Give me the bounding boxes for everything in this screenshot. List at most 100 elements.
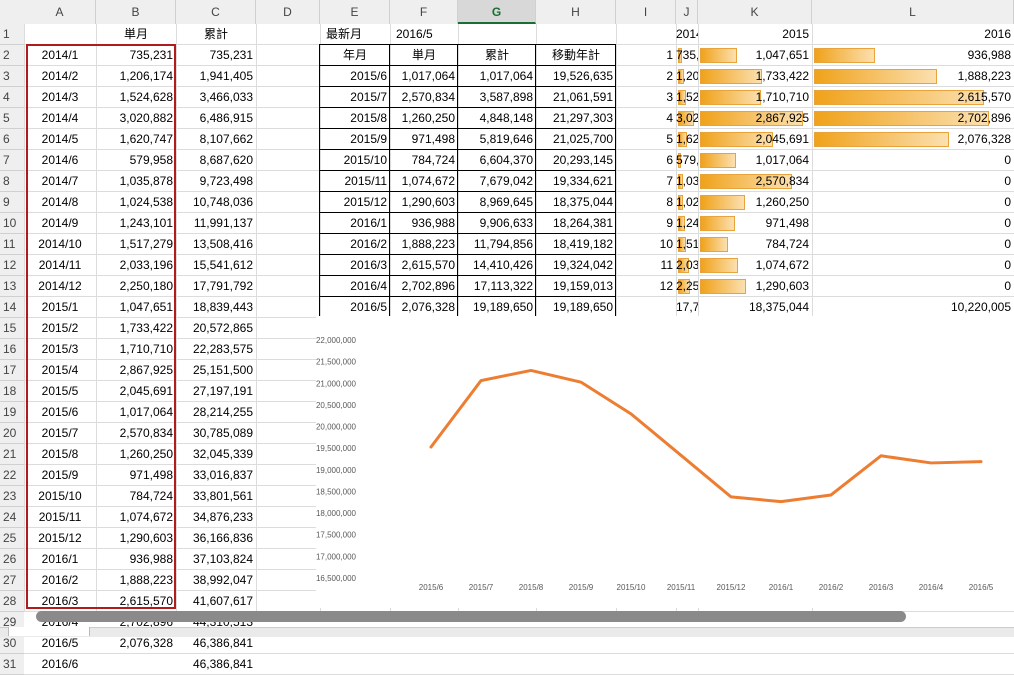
year-value-cell[interactable]: 1,206,174: [676, 66, 698, 87]
year-value-cell[interactable]: 1,524,628: [676, 87, 698, 108]
mid-table-cell[interactable]: 18,375,044: [536, 192, 616, 213]
cell-cumulative-value[interactable]: 9,723,498: [176, 171, 256, 192]
year-value-cell[interactable]: 2,615,570: [812, 87, 1014, 108]
mid-table-cell[interactable]: 21,297,303: [536, 108, 616, 129]
column-header-a[interactable]: A: [24, 0, 96, 24]
month-number[interactable]: 2: [616, 66, 676, 87]
row-header[interactable]: 27: [0, 570, 24, 591]
year-value-cell[interactable]: 1,517,279: [676, 234, 698, 255]
row-header[interactable]: 1: [0, 24, 24, 45]
column-header-d[interactable]: D: [256, 0, 320, 24]
year-value-cell[interactable]: 579,958: [676, 150, 698, 171]
cell-cumulative-value[interactable]: 1,941,405: [176, 66, 256, 87]
mid-table-cell[interactable]: 19,324,042: [536, 255, 616, 276]
row-header[interactable]: 24: [0, 507, 24, 528]
month-number[interactable]: 5: [616, 129, 676, 150]
header-monthly[interactable]: 単月: [96, 24, 176, 45]
cell-cumulative-value[interactable]: 13,508,416: [176, 234, 256, 255]
horizontal-scrollbar[interactable]: [36, 611, 906, 622]
mid-table-cell[interactable]: 784,724: [390, 150, 458, 171]
year-value-cell[interactable]: 1,888,223: [812, 66, 1014, 87]
year-total[interactable]: 18,375,044: [698, 297, 812, 318]
year-value-cell[interactable]: 971,498: [698, 213, 812, 234]
row-header[interactable]: 19: [0, 402, 24, 423]
row-header[interactable]: 3: [0, 66, 24, 87]
cell-cumulative-value[interactable]: 18,839,443: [176, 297, 256, 318]
cell-cumulative-value[interactable]: 33,016,837: [176, 465, 256, 486]
year-value-cell[interactable]: 1,024,538: [676, 192, 698, 213]
mid-table-header[interactable]: 累計: [458, 45, 536, 66]
cell-cumulative-value[interactable]: 27,197,191: [176, 381, 256, 402]
mid-table-cell[interactable]: 19,334,621: [536, 171, 616, 192]
mid-table-cell[interactable]: 19,159,013: [536, 276, 616, 297]
mid-table-cell[interactable]: 1,888,223: [390, 234, 458, 255]
mid-table-cell[interactable]: 17,113,322: [458, 276, 536, 297]
cell-cumulative-value[interactable]: 30,785,089: [176, 423, 256, 444]
row-header[interactable]: 10: [0, 213, 24, 234]
row-header[interactable]: 23: [0, 486, 24, 507]
mid-table-cell[interactable]: 6,604,370: [458, 150, 536, 171]
mid-table-cell[interactable]: 1,290,603: [390, 192, 458, 213]
year-header[interactable]: 2014: [676, 24, 698, 45]
year-value-cell[interactable]: 2,570,834: [698, 171, 812, 192]
month-number[interactable]: 10: [616, 234, 676, 255]
mid-table-cell[interactable]: 19,526,635: [536, 66, 616, 87]
mid-table-cell[interactable]: 21,025,700: [536, 129, 616, 150]
cell-cumulative-value[interactable]: 3,466,033: [176, 87, 256, 108]
mid-table-header[interactable]: 年月: [320, 45, 390, 66]
column-header-j[interactable]: J: [676, 0, 698, 24]
row-header[interactable]: 14: [0, 297, 24, 318]
cell-cumulative-value[interactable]: 38,992,047: [176, 570, 256, 591]
latest-month-label[interactable]: 最新月: [320, 24, 390, 45]
row-header[interactable]: 5: [0, 108, 24, 129]
active-sheet-tab[interactable]: [8, 627, 90, 636]
mid-table-cell[interactable]: 2015/6: [320, 66, 390, 87]
year-value-cell[interactable]: 0: [812, 255, 1014, 276]
mid-table-cell[interactable]: 19,189,650: [536, 297, 616, 318]
cell-cumulative-value[interactable]: 8,687,620: [176, 150, 256, 171]
column-header-k[interactable]: K: [698, 0, 812, 24]
mid-table-cell[interactable]: 14,410,426: [458, 255, 536, 276]
column-header-f[interactable]: F: [390, 0, 458, 24]
mid-table-cell[interactable]: 8,969,645: [458, 192, 536, 213]
year-total[interactable]: 10,220,005: [812, 297, 1014, 318]
cell-cumulative-value[interactable]: 11,991,137: [176, 213, 256, 234]
year-value-cell[interactable]: 936,988: [812, 45, 1014, 66]
year-value-cell[interactable]: 0: [812, 192, 1014, 213]
year-header[interactable]: 2016: [812, 24, 1014, 45]
year-value-cell[interactable]: 1,710,710: [698, 87, 812, 108]
year-value-cell[interactable]: 2,076,328: [812, 129, 1014, 150]
cell-monthly-value[interactable]: [96, 654, 176, 675]
column-header-h[interactable]: H: [536, 0, 616, 24]
column-header-e[interactable]: E: [320, 0, 390, 24]
column-header-c[interactable]: C: [176, 0, 256, 24]
month-number[interactable]: 8: [616, 192, 676, 213]
mid-table-cell[interactable]: 2016/5: [320, 297, 390, 318]
year-value-cell[interactable]: 0: [812, 150, 1014, 171]
year-value-cell[interactable]: 1,260,250: [698, 192, 812, 213]
year-value-cell[interactable]: 2,702,896: [812, 108, 1014, 129]
cell-cumulative-value[interactable]: 37,103,824: [176, 549, 256, 570]
row-header[interactable]: 31: [0, 654, 24, 675]
cell-month[interactable]: 2016/6: [24, 654, 96, 675]
mid-table-header[interactable]: 単月: [390, 45, 458, 66]
latest-month-value[interactable]: 2016/5: [390, 24, 458, 45]
year-value-cell[interactable]: 2,250,180: [676, 276, 698, 297]
select-all-corner[interactable]: [0, 0, 24, 24]
row-header[interactable]: 4: [0, 87, 24, 108]
column-header-l[interactable]: L: [812, 0, 1014, 24]
mid-table-cell[interactable]: 1,017,064: [458, 66, 536, 87]
year-value-cell[interactable]: 1,620,747: [676, 129, 698, 150]
row-header[interactable]: 2: [0, 45, 24, 66]
year-header[interactable]: 2015: [698, 24, 812, 45]
mid-table-cell[interactable]: 2015/8: [320, 108, 390, 129]
year-value-cell[interactable]: 1,074,672: [698, 255, 812, 276]
mid-table-cell[interactable]: 5,819,646: [458, 129, 536, 150]
month-number[interactable]: 3: [616, 87, 676, 108]
mid-table-cell[interactable]: 2016/1: [320, 213, 390, 234]
mid-table-cell[interactable]: 19,189,650: [458, 297, 536, 318]
year-value-cell[interactable]: 0: [812, 171, 1014, 192]
cell-cumulative-value[interactable]: 6,486,915: [176, 108, 256, 129]
row-header[interactable]: 25: [0, 528, 24, 549]
cell-cumulative-value[interactable]: 8,107,662: [176, 129, 256, 150]
